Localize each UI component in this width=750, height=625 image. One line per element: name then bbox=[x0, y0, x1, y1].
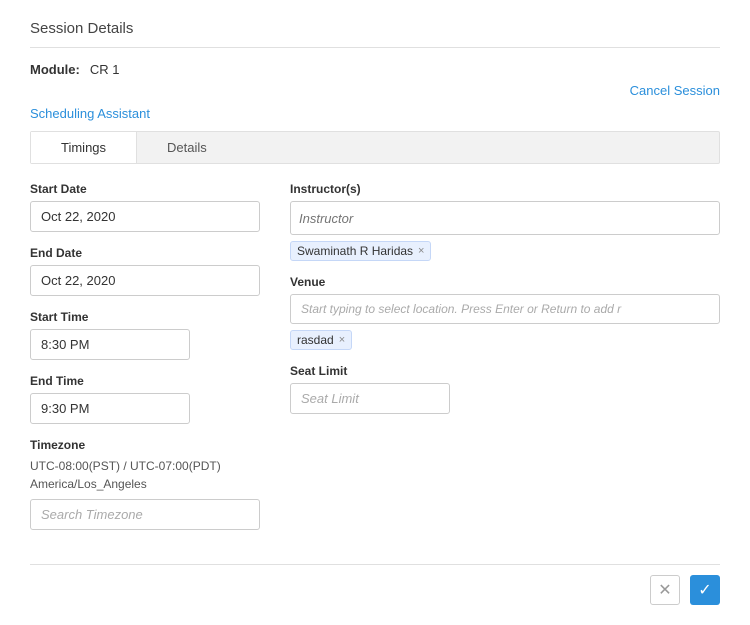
start-time-input[interactable] bbox=[30, 329, 190, 360]
cancel-icon: ✕ bbox=[658, 580, 671, 600]
instructor-tag-swaminath: Swaminath R Haridas × bbox=[290, 241, 431, 261]
cancel-button[interactable]: ✕ bbox=[650, 575, 680, 605]
module-label: Module: bbox=[30, 62, 80, 77]
end-date-label: End Date bbox=[30, 246, 260, 260]
timezone-label: Timezone bbox=[30, 438, 260, 452]
form-body: Start Date End Date Start Time End Time … bbox=[30, 182, 720, 544]
tabs-bar: Timings Details bbox=[30, 131, 720, 164]
timezone-field: Timezone UTC-08:00(PST) / UTC-07:00(PDT)… bbox=[30, 438, 260, 530]
end-time-label: End Time bbox=[30, 374, 260, 388]
start-date-input[interactable] bbox=[30, 201, 260, 232]
venue-tag-remove[interactable]: × bbox=[339, 335, 345, 346]
end-date-field: End Date bbox=[30, 246, 260, 296]
start-time-label: Start Time bbox=[30, 310, 260, 324]
instructors-input-container[interactable] bbox=[290, 201, 720, 235]
venue-input[interactable] bbox=[290, 294, 720, 324]
cancel-session-row: Cancel Session bbox=[30, 83, 720, 98]
start-time-field: Start Time bbox=[30, 310, 260, 360]
module-value: CR 1 bbox=[90, 62, 120, 77]
tab-timings[interactable]: Timings bbox=[31, 132, 137, 163]
instructors-field: Instructor(s) Swaminath R Haridas × bbox=[290, 182, 720, 261]
confirm-icon: ✓ bbox=[698, 580, 711, 600]
instructor-tags: Swaminath R Haridas × bbox=[290, 241, 720, 261]
seat-limit-label: Seat Limit bbox=[290, 364, 720, 378]
timezone-search-input[interactable] bbox=[30, 499, 260, 530]
venue-tags: rasdad × bbox=[290, 330, 720, 350]
seat-limit-field: Seat Limit bbox=[290, 364, 720, 414]
footer-actions: ✕ ✓ bbox=[30, 564, 720, 605]
session-details-container: Session Details Module: CR 1 Cancel Sess… bbox=[0, 0, 750, 625]
instructor-tag-name: Swaminath R Haridas bbox=[297, 244, 413, 258]
end-date-input[interactable] bbox=[30, 265, 260, 296]
venue-field: Venue rasdad × bbox=[290, 275, 720, 350]
venue-tag-rasdad: rasdad × bbox=[290, 330, 352, 350]
instructor-tag-remove[interactable]: × bbox=[418, 246, 424, 257]
confirm-button[interactable]: ✓ bbox=[690, 575, 720, 605]
seat-limit-input[interactable] bbox=[290, 383, 450, 414]
module-row: Module: CR 1 bbox=[30, 62, 720, 77]
tab-details[interactable]: Details bbox=[137, 132, 237, 163]
venue-tag-name: rasdad bbox=[297, 333, 334, 347]
instructors-label: Instructor(s) bbox=[290, 182, 720, 196]
end-time-field: End Time bbox=[30, 374, 260, 424]
instructor-text-input[interactable] bbox=[299, 211, 711, 226]
cancel-session-link[interactable]: Cancel Session bbox=[630, 83, 720, 98]
right-column: Instructor(s) Swaminath R Haridas × Venu… bbox=[290, 182, 720, 544]
start-date-label: Start Date bbox=[30, 182, 260, 196]
timezone-value: UTC-08:00(PST) / UTC-07:00(PDT) America/… bbox=[30, 457, 260, 493]
start-date-field: Start Date bbox=[30, 182, 260, 232]
section-title: Session Details bbox=[30, 20, 720, 48]
venue-label: Venue bbox=[290, 275, 720, 289]
left-column: Start Date End Date Start Time End Time … bbox=[30, 182, 260, 544]
scheduling-assistant-link[interactable]: Scheduling Assistant bbox=[30, 106, 150, 121]
end-time-input[interactable] bbox=[30, 393, 190, 424]
